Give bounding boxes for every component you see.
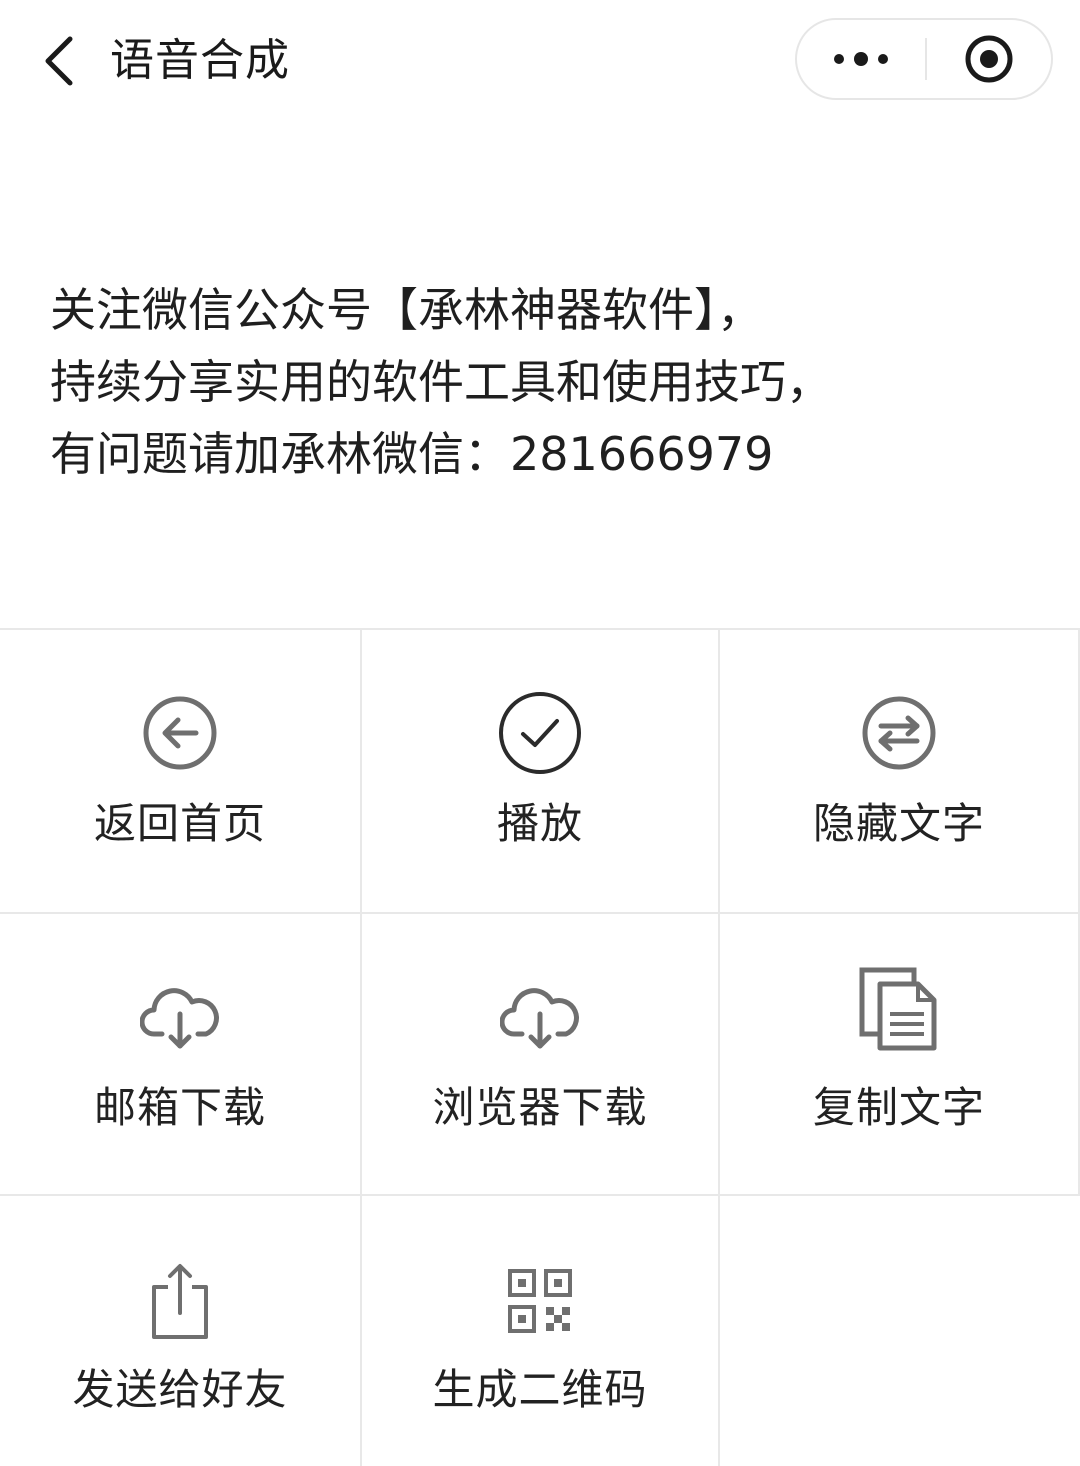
more-dots-icon [834,52,888,66]
grid-item-label: 邮箱下载 [93,1083,266,1132]
more-button[interactable] [797,20,925,98]
grid-item-label: 复制文字 [812,1083,985,1132]
capsule-menu [795,18,1053,100]
copy-document-icon [854,964,944,1054]
target-close-icon [965,35,1013,83]
circle-check-icon [495,688,585,778]
qr-code-icon [495,1256,585,1346]
close-button[interactable] [927,20,1051,98]
grid-item-label: 浏览器下载 [432,1083,648,1132]
cloud-download-icon [135,972,225,1062]
notice-line: 有问题请加承林微信：281666979 [50,427,774,481]
share-icon [135,1256,225,1346]
page-title: 语音合成 [110,35,290,86]
grid-item-label: 返回首页 [93,799,266,848]
grid-item-copy-text[interactable]: 复制文字 [720,914,1080,1196]
notice-line: 持续分享实用的软件工具和使用技巧， [50,355,832,409]
grid-item-email-download[interactable]: 邮箱下载 [0,914,362,1196]
back-button[interactable] [28,26,88,96]
page: 语音合成 关注微信公众号【承林神器软件】， 持续分享实用的软件工具和使用技巧， … [0,0,1080,1466]
nav-bar: 语音合成 [0,0,1080,120]
chevron-left-icon [45,36,73,86]
grid-item-hide-text[interactable]: 隐藏文字 [720,630,1080,914]
notice-text: 关注微信公众号【承林神器软件】， 持续分享实用的软件工具和使用技巧， 有问题请加… [50,274,1050,490]
grid-item-home[interactable]: 返回首页 [0,630,362,914]
grid-item-label: 生成二维码 [432,1365,648,1414]
circle-arrow-left-icon [135,688,225,778]
circle-swap-icon [854,688,944,778]
action-grid: 返回首页 播放 隐藏文字 邮箱下载 浏览器下载 复制文字 发送给好友 生成二维码 [0,628,1080,1466]
cloud-download-icon [495,972,585,1062]
notice-line: 关注微信公众号【承林神器软件】， [50,283,763,337]
grid-item-label: 发送给好友 [72,1365,288,1414]
grid-item-label: 隐藏文字 [812,799,985,848]
grid-item-send-friend[interactable]: 发送给好友 [0,1196,362,1466]
grid-item-browser-download[interactable]: 浏览器下载 [362,914,720,1196]
grid-item-empty [720,1196,1080,1466]
grid-item-label: 播放 [496,799,583,848]
grid-item-generate-qr[interactable]: 生成二维码 [362,1196,720,1466]
grid-item-play[interactable]: 播放 [362,630,720,914]
